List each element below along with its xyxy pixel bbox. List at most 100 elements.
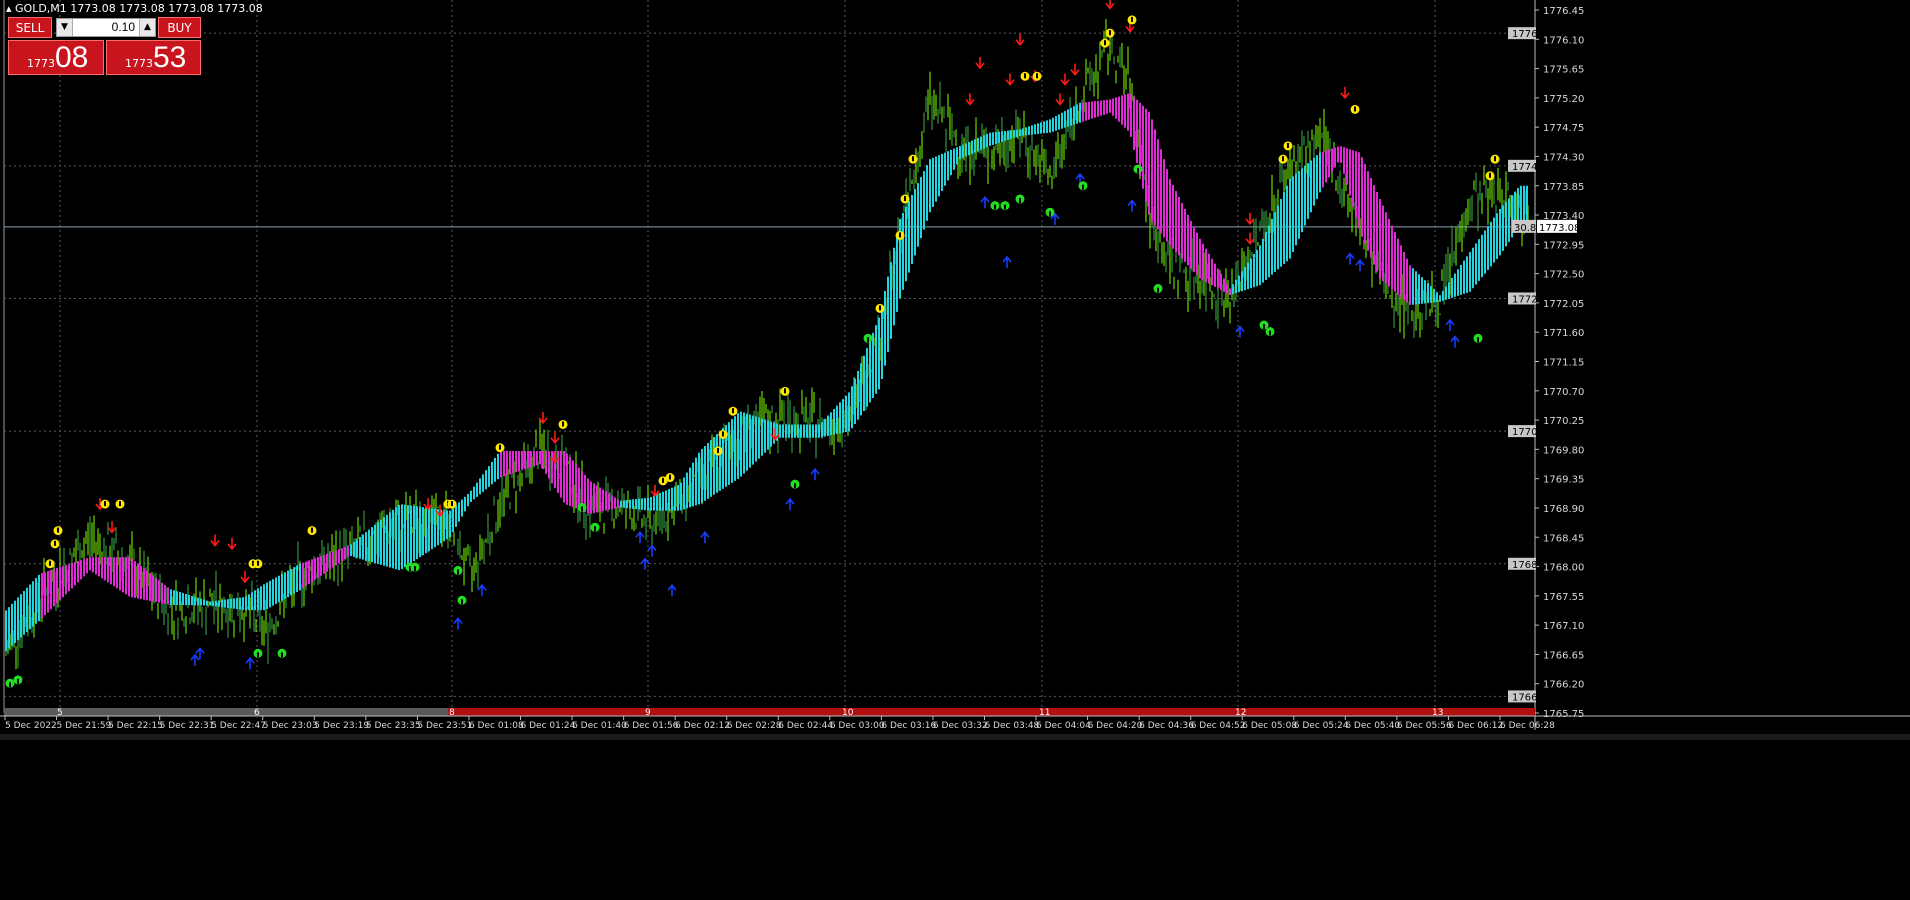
yellow-signal-mark (1354, 106, 1356, 112)
time-tick-label: 6 Dec 03:00 (830, 721, 885, 731)
symbol-line: GOLD,M1 1773.08 1773.08 1773.08 1773.08 (15, 2, 263, 15)
yellow-signal-mark (54, 540, 56, 546)
price-tick-label: 1772.95 (1543, 240, 1584, 251)
price-tick-label: 1773.85 (1543, 182, 1584, 193)
price-tick-label: 1769.35 (1543, 475, 1584, 486)
green-signal-mark (867, 337, 869, 343)
yellow-signal-mark (562, 421, 564, 427)
time-tick-label: 6 Dec 05:56 (1397, 721, 1452, 731)
time-tick-label: 6 Dec 02:12 (675, 721, 730, 731)
yellow-signal-mark (912, 156, 914, 162)
level-tag-label: 1776 (1512, 29, 1537, 40)
yellow-signal-mark (669, 474, 671, 480)
volume-stepper[interactable]: ▼ 0.10 ▲ (56, 18, 156, 37)
time-tick-label: 5 Dec 23:19 (314, 721, 369, 731)
price-tick-label: 1775.65 (1543, 65, 1584, 76)
time-tick-label: 5 Dec 22:47 (211, 721, 266, 731)
price-tick-label: 1772.50 (1543, 270, 1584, 281)
price-tick-label: 1771.60 (1543, 328, 1584, 339)
volume-dropdown-icon[interactable]: ▼ (57, 19, 73, 36)
price-tick-label: 1770.25 (1543, 416, 1584, 427)
buy-price-prefix: 1773 (125, 57, 153, 70)
price-tick-label: 1767.10 (1543, 621, 1584, 632)
time-tick-label: 6 Dec 02:28 (727, 721, 782, 731)
yellow-signal-mark (722, 431, 724, 437)
time-tick-label: 5 Dec 21:59 (57, 721, 112, 731)
price-tick-label: 1767.55 (1543, 592, 1584, 603)
price-tick-label: 1770.70 (1543, 387, 1584, 398)
yellow-signal-mark (717, 448, 719, 454)
price-tick-label: 1776.45 (1543, 6, 1584, 17)
yellow-signal-mark (1104, 40, 1106, 46)
time-tick-label: 6 Dec 04:52 (1191, 721, 1246, 731)
level-tag-label: 1770 (1512, 427, 1537, 438)
spread-tag-label: 30.8 (1514, 223, 1536, 234)
collapse-triangle-icon[interactable]: ▴ (6, 2, 12, 15)
time-tick-label: 5 Dec 23:03 (263, 721, 318, 731)
time-tick-label: 6 Dec 01:24 (521, 721, 576, 731)
yellow-signal-mark (257, 560, 259, 566)
yellow-signal-mark (1494, 156, 1496, 162)
green-signal-mark (257, 652, 259, 658)
buy-price[interactable]: 1773 53 (106, 40, 201, 75)
yellow-signal-mark (1109, 30, 1111, 36)
price-chart[interactable]: 1776.45 1776.10 1775.65 1775.20 1774.75 1774.… (0, 0, 1910, 900)
level-tag-label: 1768 (1512, 560, 1537, 571)
price-tick-label: 1766.65 (1543, 650, 1584, 661)
period-separator-red (448, 708, 1535, 716)
green-signal-mark (461, 599, 463, 605)
price-tick-label: 1775.20 (1543, 94, 1584, 105)
green-signal-mark (1019, 197, 1021, 203)
yellow-signal-mark (732, 408, 734, 414)
symbol-info: ▴ GOLD,M1 1773.08 1773.08 1773.08 1773.0… (6, 2, 263, 15)
buy-button[interactable]: BUY (158, 17, 201, 38)
volume-up-icon[interactable]: ▲ (139, 19, 155, 36)
level-tag-label: 1772 (1512, 294, 1537, 305)
time-tick-label: 6 Dec 04:20 (1088, 721, 1143, 731)
yellow-signal-mark (1036, 73, 1038, 79)
price-tick-label: 1772.05 (1543, 299, 1584, 310)
sell-button[interactable]: SELL (8, 17, 52, 38)
chart-background (0, 0, 1910, 900)
time-tick-label: 6 Dec 04:04 (1036, 721, 1091, 731)
yellow-signal-mark (1024, 73, 1026, 79)
time-tick-label: 5 Dec 23:51 (417, 721, 472, 731)
yellow-signal-mark (451, 501, 453, 507)
green-signal-mark (9, 682, 11, 688)
time-tick-label: 6 Dec 02:44 (778, 721, 833, 731)
yellow-signal-mark (1131, 16, 1133, 22)
level-tag-label: 1774 (1512, 162, 1537, 173)
green-signal-mark (1082, 184, 1084, 190)
sell-price[interactable]: 1773 08 (8, 40, 104, 75)
bid-price-label: 1773.08 (1539, 223, 1580, 234)
time-tick-label: 6 Dec 06:28 (1500, 721, 1555, 731)
time-tick-label: 5 Dec 22:15 (108, 721, 163, 731)
yellow-signal-mark (57, 527, 59, 533)
time-tick-label: 6 Dec 05:40 (1345, 721, 1400, 731)
bottom-tab-strip[interactable] (0, 734, 1910, 740)
sell-price-prefix: 1773 (27, 57, 55, 70)
time-tick-label: 6 Dec 01:40 (572, 721, 627, 731)
green-signal-mark (594, 526, 596, 532)
price-tick-label: 1769.80 (1543, 445, 1584, 456)
yellow-signal-mark (904, 195, 906, 201)
green-signal-mark (1477, 337, 1479, 343)
price-tick-label: 1768.45 (1543, 533, 1584, 544)
green-signal-mark (1269, 330, 1271, 336)
green-signal-mark (794, 483, 796, 489)
price-tick-label: 1766.20 (1543, 680, 1584, 691)
green-signal-mark (1263, 323, 1265, 329)
time-tick-label: 5 Dec 23:35 (366, 721, 421, 731)
yellow-signal-mark (104, 501, 106, 507)
time-tick-label: 6 Dec 05:08 (1242, 721, 1297, 731)
yellow-signal-mark (49, 560, 51, 566)
yellow-signal-mark (899, 232, 901, 238)
green-signal-mark (1157, 287, 1159, 293)
time-tick-label: 6 Dec 03:16 (881, 721, 936, 731)
green-signal-mark (17, 678, 19, 684)
yellow-signal-mark (784, 388, 786, 394)
one-click-trading-panel: SELL ▼ 0.10 ▲ BUY 1773 08 1773 53 (8, 17, 201, 75)
yellow-signal-mark (1282, 156, 1284, 162)
time-tick-label: 6 Dec 01:08 (469, 721, 524, 731)
volume-value[interactable]: 0.10 (112, 20, 135, 34)
